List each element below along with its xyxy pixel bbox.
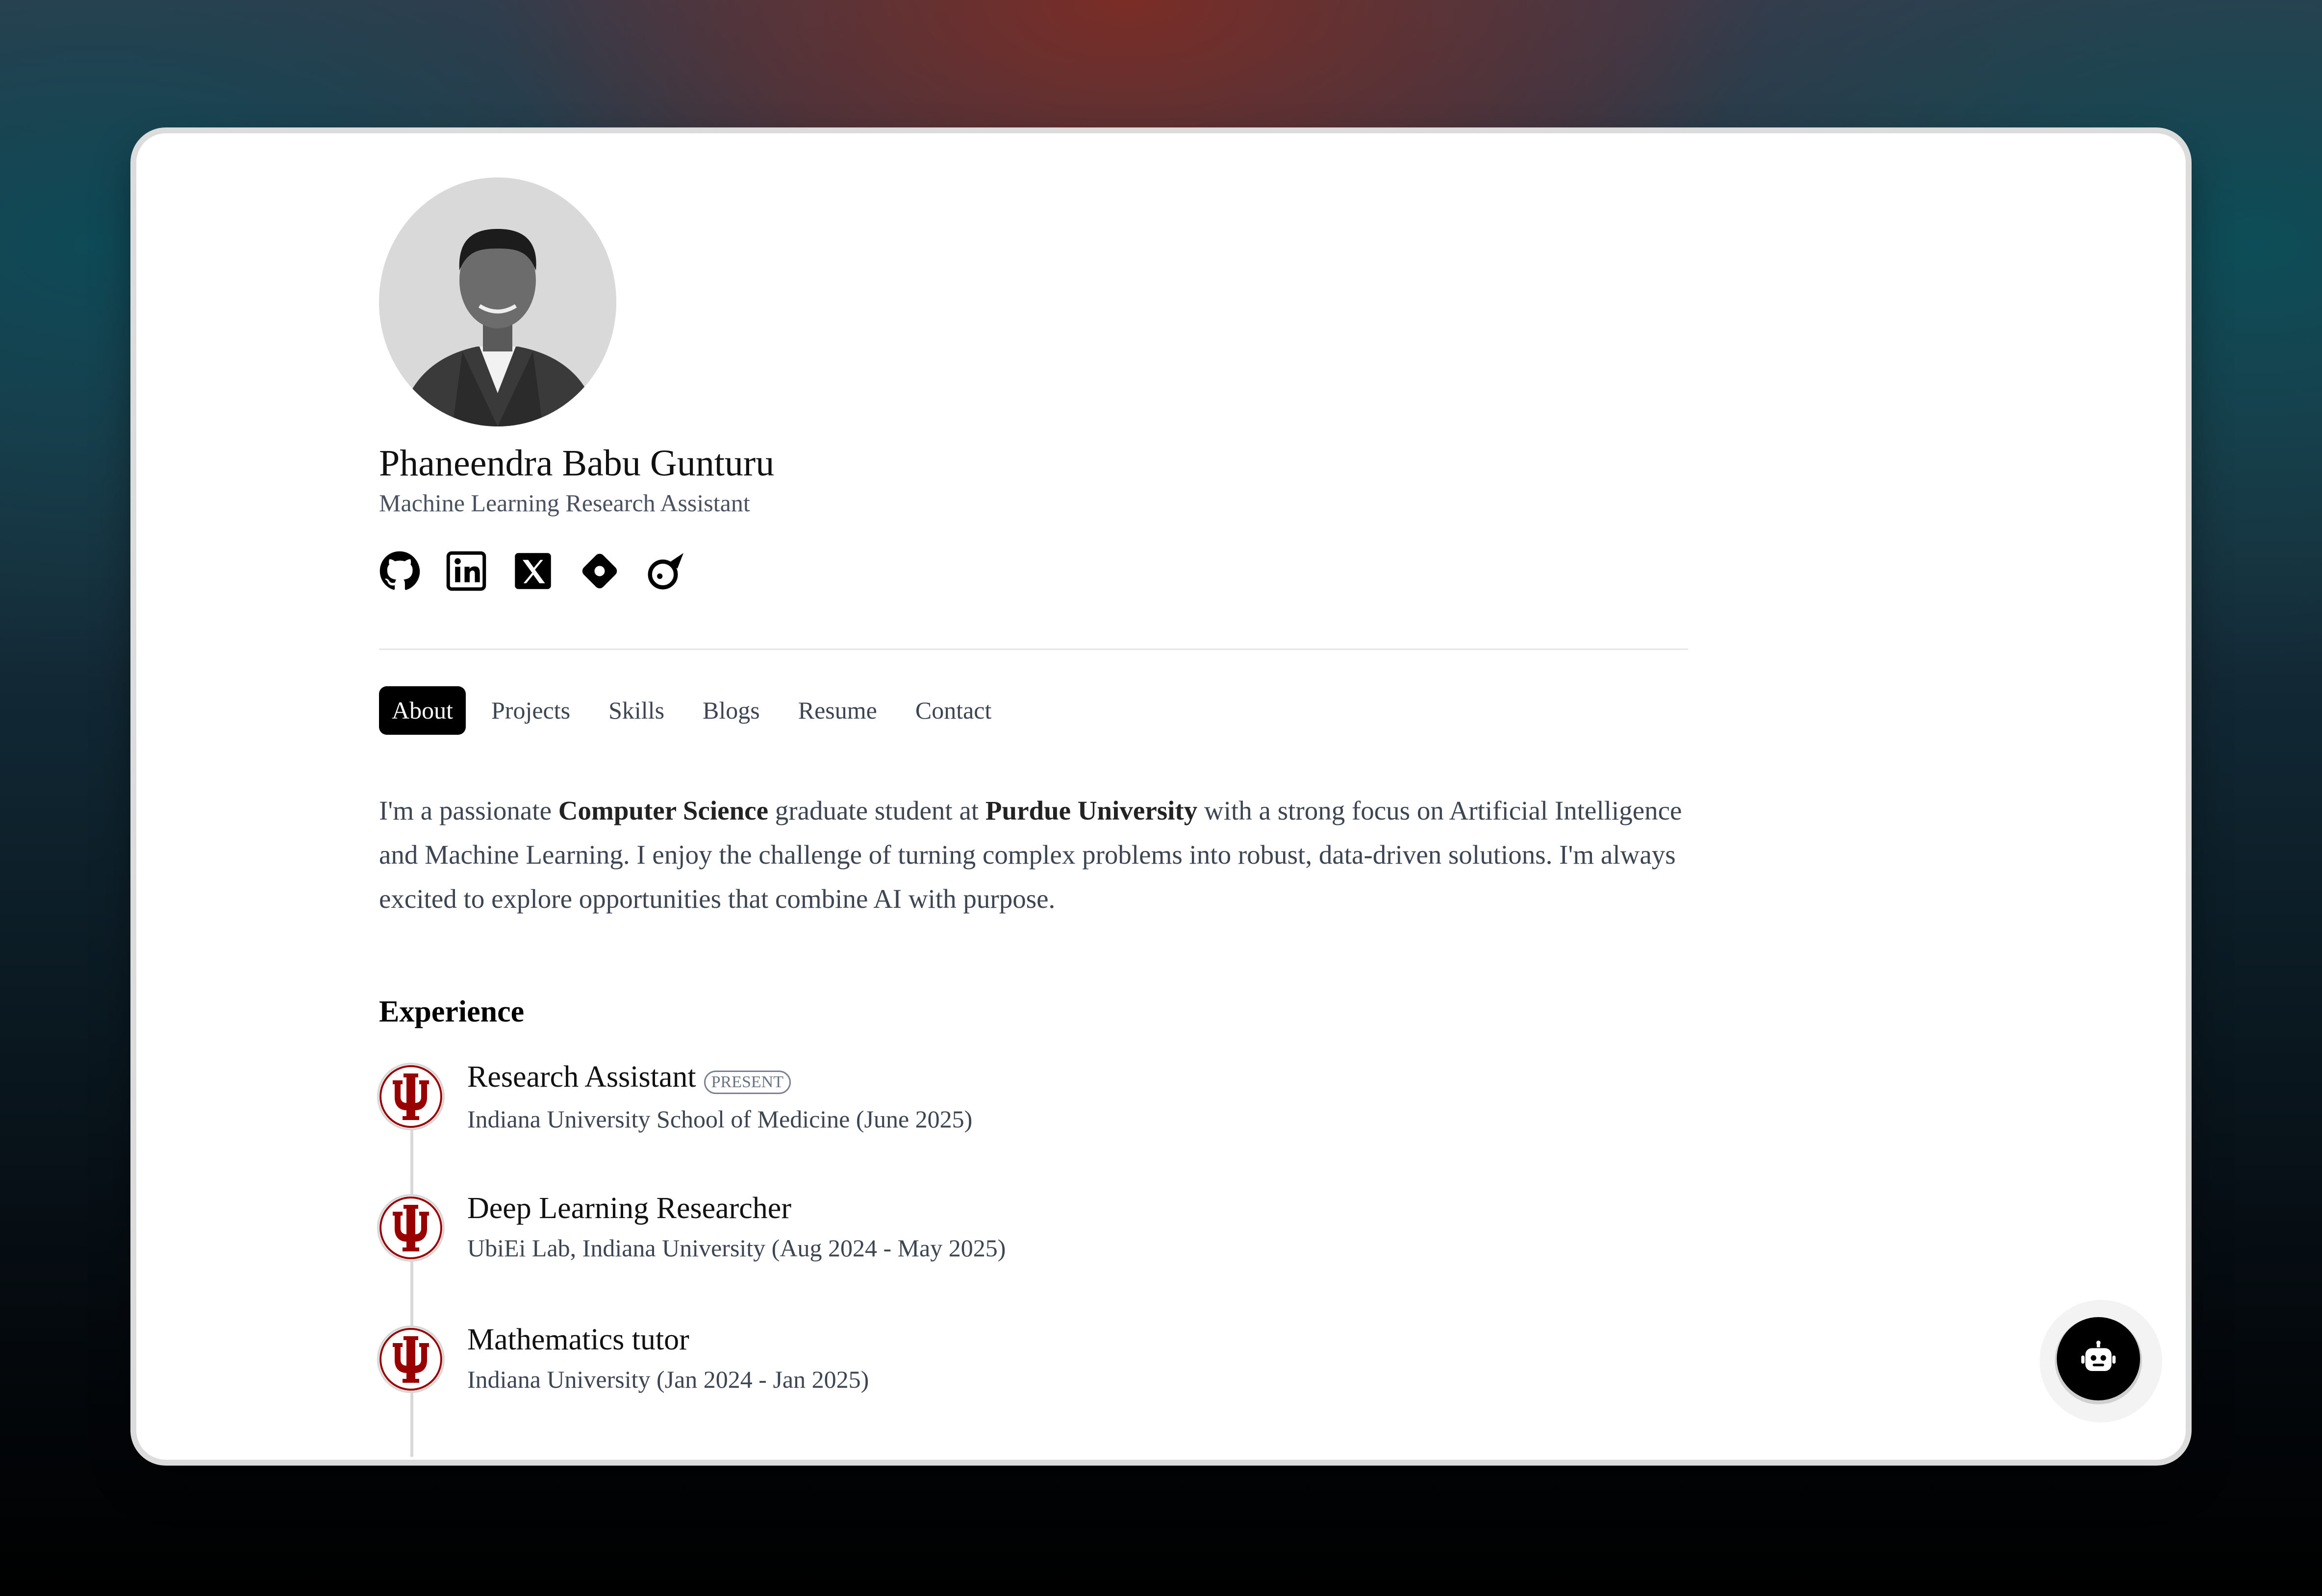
tab-resume[interactable]: Resume [785,686,890,735]
profile-title: Machine Learning Research Assistant [379,489,750,517]
tab-projects[interactable]: Projects [479,686,583,735]
tab-about[interactable]: About [379,686,466,735]
experience-heading: Experience [379,995,525,1029]
experience-item: Research Assistant PRESENT Indiana Univer… [379,1060,1688,1191]
main-content: Phaneendra Babu Gunturu Machine Learning… [379,177,1688,1457]
indiana-university-logo-icon [379,1196,443,1260]
experience-org: UbiEi Lab, Indiana University (Aug 2024 … [467,1234,1006,1262]
experience-title: Research Assistant [467,1060,696,1094]
experience-item: Mathematics tutor Indiana University (Ja… [379,1322,1688,1454]
rocket-icon[interactable] [646,550,687,592]
experience-text: Mathematics tutor Indiana University (Ja… [467,1322,869,1394]
experience-title: Mathematics tutor [467,1323,689,1357]
nav-tabs: About Projects Skills Blogs Resume Conta… [379,686,1688,735]
robot-icon [2081,1341,2116,1371]
tab-contact[interactable]: Contact [903,686,1005,735]
diamond-icon[interactable] [579,550,620,592]
indiana-university-logo-icon [379,1065,443,1129]
about-text: I'm a passionate Computer Science gradua… [379,789,1693,921]
experience-item: Deep Learning Researcher UbiEi Lab, Indi… [379,1191,1688,1322]
portrait-photo [379,177,616,426]
present-badge: PRESENT [704,1070,791,1094]
about-highlight: Purdue University [985,796,1198,826]
experience-org: Indiana University School of Medicine (J… [467,1105,973,1133]
browser-window: Phaneendra Babu Gunturu Machine Learning… [136,133,2186,1460]
experience-title: Deep Learning Researcher [467,1192,791,1225]
about-text-part: I'm a passionate [379,796,558,826]
chatbot-button[interactable] [2057,1317,2140,1400]
experience-timeline: Research Assistant PRESENT Indiana Univer… [379,1060,1688,1457]
experience-org: Indiana University (Jan 2024 - Jan 2025) [467,1366,869,1394]
avatar [379,177,616,426]
indiana-university-logo-icon [379,1327,443,1392]
profile-name: Phaneendra Babu Gunturu [379,443,775,484]
experience-text: Deep Learning Researcher UbiEi Lab, Indi… [467,1191,1006,1262]
about-highlight: Computer Science [558,796,768,826]
tab-skills[interactable]: Skills [596,686,677,735]
divider [379,648,1688,650]
github-icon[interactable] [379,550,420,592]
x-twitter-icon[interactable] [512,550,554,592]
about-text-part: graduate student at [768,796,985,826]
chatbot-launcher [2040,1300,2162,1422]
tab-blogs[interactable]: Blogs [690,686,773,735]
social-links [379,550,1688,592]
experience-text: Research Assistant PRESENT Indiana Univer… [467,1060,972,1133]
linkedin-icon[interactable] [446,550,487,592]
